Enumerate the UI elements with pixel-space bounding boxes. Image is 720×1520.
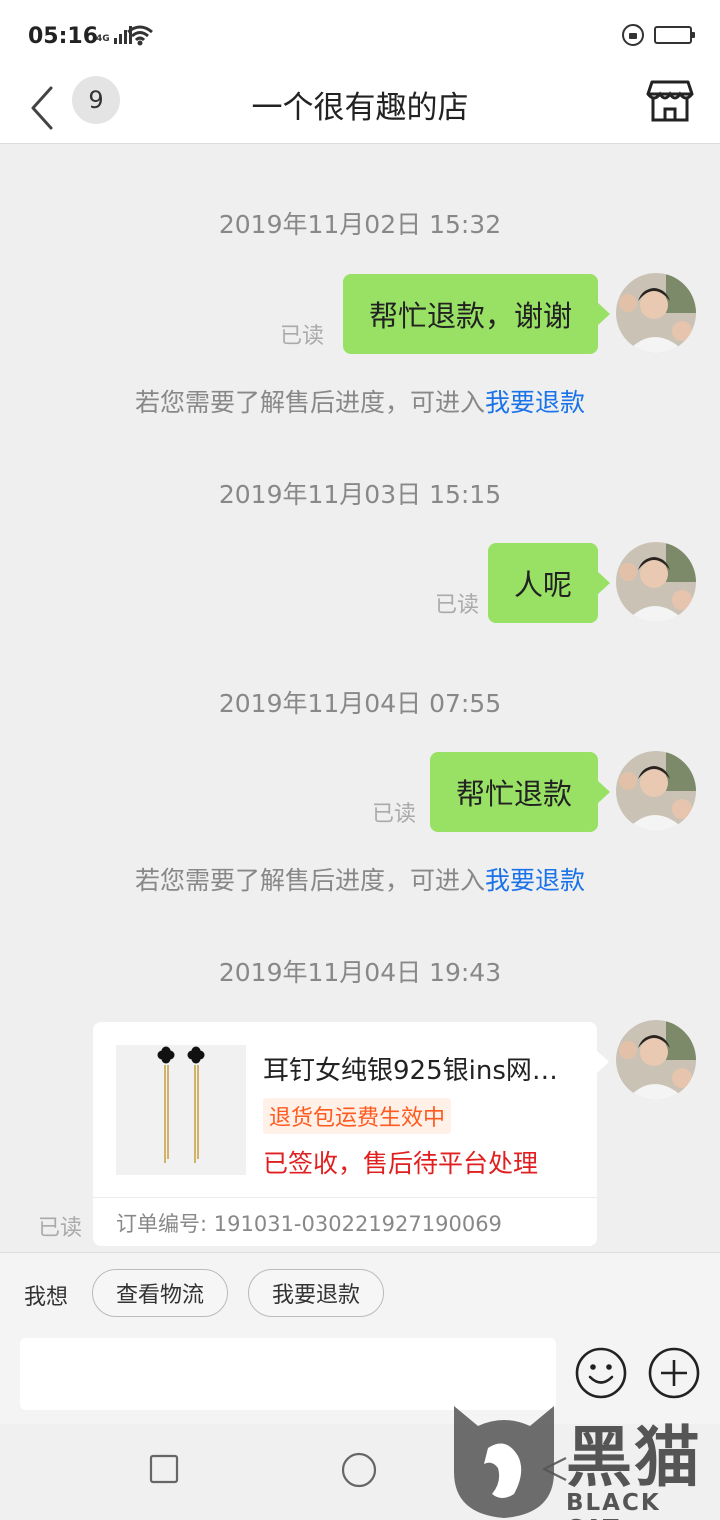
quick-actions-label: 我想 [24,1285,69,1310]
view-logistics-button[interactable]: 查看物流 [92,1269,228,1317]
message-input[interactable] [20,1338,556,1410]
read-receipt: 已读 [371,802,416,827]
order-number: 订单编号: 191031-030221927190069 [116,1212,502,1236]
watermark-cn: 黑猫 [566,1419,702,1496]
return-shipping-tag: 退货包运费生效中 [263,1098,452,1134]
store-icon [646,80,694,122]
read-receipt: 已读 [434,593,479,618]
read-receipt: 已读 [38,1216,83,1241]
chat-header: 9 一个很有趣的店 [0,72,720,144]
emoji-icon [575,1347,627,1399]
rotation-lock-icon [622,24,644,46]
recents-button[interactable] [149,1454,179,1484]
divider [93,1197,597,1198]
message-timestamp: 2019年11月04日 19:43 [218,958,502,987]
battery-icon [654,26,695,44]
more-button[interactable] [647,1346,701,1400]
refund-link[interactable]: 我要退款 [485,388,585,417]
message-bubble[interactable]: 帮忙退款，谢谢 [342,274,611,354]
avatar[interactable] [616,273,696,353]
plus-icon [648,1347,700,1399]
after-sale-note: 若您需要了解售后进度，可进入我要退款 [134,866,586,895]
status-time: 05:16 [28,24,99,49]
shop-button[interactable] [646,76,694,124]
avatar[interactable] [616,542,696,622]
request-refund-button[interactable]: 我要退款 [248,1269,384,1317]
product-image [116,1045,246,1175]
emoji-button[interactable] [574,1346,628,1400]
avatar[interactable] [616,1020,696,1100]
order-card[interactable]: 耳钉女纯银925银ins网红小香风气质长款流苏 退货包运费生效中 已签收，售后待… [93,1022,609,1246]
watermark-en: BLACK CAT [566,1490,661,1520]
status-bar: 05:16 4G [0,0,720,72]
after-sale-note: 若您需要了解售后进度，可进入我要退款 [134,388,586,417]
after-sale-status: 已签收，售后待平台处理 [263,1149,539,1178]
read-receipt: 已读 [279,324,324,349]
refund-link[interactable]: 我要退款 [485,866,585,895]
page-title: 一个很有趣的店 [251,90,469,126]
black-cat-logo-icon [454,1406,554,1518]
message-timestamp: 2019年11月03日 15:15 [218,480,502,509]
avatar[interactable] [616,751,696,831]
product-title: 耳钉女纯银925银ins网红小香风气质长款流苏 [263,1056,581,1086]
quick-actions-bar: 我想 查看物流 我要退款 [0,1252,720,1332]
wifi-icon [127,25,153,46]
message-timestamp: 2019年11月02日 15:32 [218,210,502,239]
black-cat-watermark: 黑猫 BLACK CAT [448,1402,720,1520]
message-bubble[interactable]: 人呢 [487,543,611,623]
home-button[interactable] [341,1452,377,1488]
message-timestamp: 2019年11月04日 07:55 [218,689,502,718]
message-bubble[interactable]: 帮忙退款 [429,752,611,832]
